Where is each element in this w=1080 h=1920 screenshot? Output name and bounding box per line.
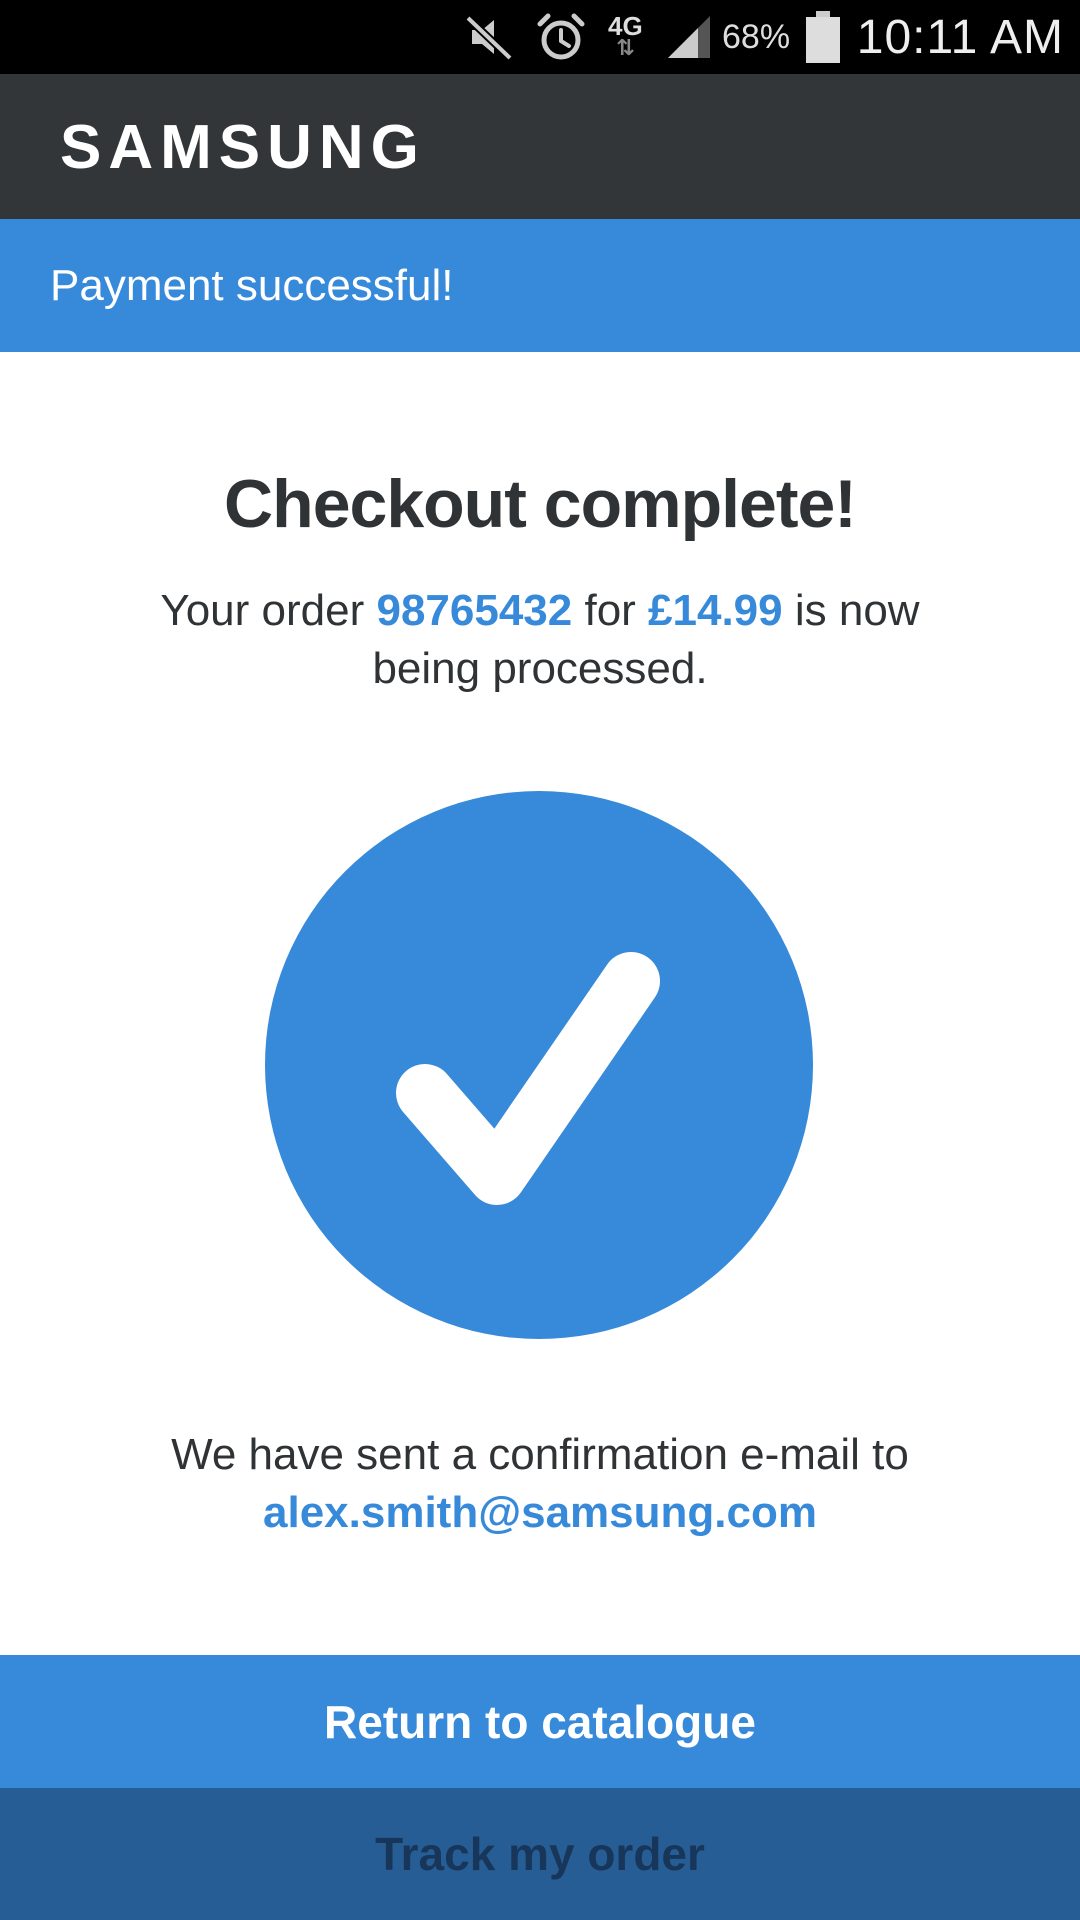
signal-icon [664, 0, 714, 74]
payment-status-banner: Payment successful! [0, 219, 1080, 352]
checkout-complete-screen: 4G ⇅ 68% 10:11 AM SAMSUNG Payment succes… [0, 0, 1080, 1920]
order-number: 98765432 [376, 586, 573, 635]
battery-percent-label: 68% [722, 17, 791, 56]
banner-message: Payment successful! [50, 260, 454, 310]
order-amount: £14.99 [648, 586, 783, 635]
checkmark-circle-icon [265, 791, 813, 1339]
track-my-order-button[interactable]: Track my order [0, 1788, 1080, 1920]
return-to-catalogue-button[interactable]: Return to catalogue [0, 1655, 1080, 1788]
network-type-label: 4G [608, 11, 643, 41]
samsung-logo: SAMSUNG [60, 113, 426, 182]
order-prefix: Your order [160, 586, 377, 635]
order-summary: Your order 98765432 for £14.99 is now be… [110, 582, 970, 698]
mute-icon [462, 0, 516, 74]
order-middle: for [572, 586, 649, 635]
confirmation-message: We have sent a confirmation e-mail to al… [90, 1426, 990, 1542]
data-arrows-icon: ⇅ [616, 35, 635, 60]
page-title: Checkout complete! [224, 466, 857, 542]
network-4g-icon: 4G ⇅ [608, 0, 643, 74]
confirmation-email-link[interactable]: alex.smith@samsung.com [90, 1484, 990, 1542]
battery-icon [804, 0, 842, 74]
app-header: SAMSUNG [0, 74, 1080, 219]
status-bar: 4G ⇅ 68% 10:11 AM [0, 0, 1080, 74]
confirmation-text: We have sent a confirmation e-mail to [171, 1430, 909, 1479]
clock-time: 10:11 AM [856, 10, 1064, 64]
alarm-icon [534, 0, 588, 74]
